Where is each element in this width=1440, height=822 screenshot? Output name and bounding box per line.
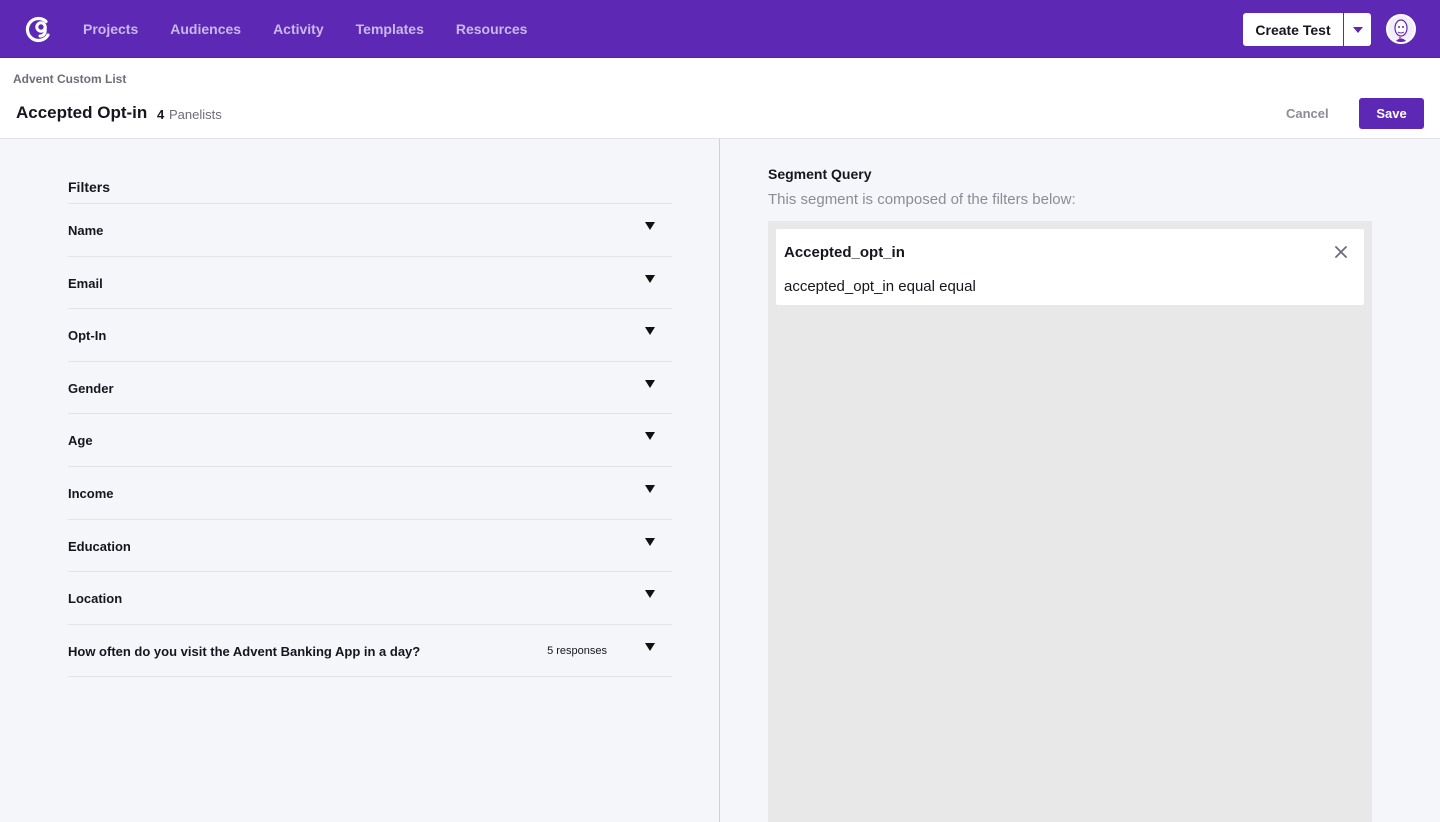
brand-logo-icon[interactable] [24,15,52,43]
nav-templates[interactable]: Templates [356,21,424,37]
nav-projects[interactable]: Projects [83,21,138,37]
query-card-description: accepted_opt_in equal equal [784,278,976,295]
panelist-count: 4 [157,107,165,122]
avatar-illustration-icon [1388,16,1414,42]
segment-title: Segment Query [768,166,872,182]
caret-down-icon[interactable] [645,537,655,546]
filter-list: Name Email Opt-In Gender Age Income Educ… [68,203,672,678]
filter-row-name[interactable]: Name [68,204,672,257]
filter-row-email[interactable]: Email [68,257,672,310]
caret-down-icon[interactable] [645,590,655,599]
caret-down-icon[interactable] [645,642,655,651]
filters-title: Filters [68,179,111,195]
close-icon[interactable] [1334,245,1348,259]
nav-activity[interactable]: Activity [273,21,324,37]
filter-row-opt-in[interactable]: Opt-In [68,309,672,362]
filter-label: Age [68,433,93,449]
filter-row-gender[interactable]: Gender [68,362,672,415]
user-avatar[interactable] [1386,14,1416,44]
filter-row-income[interactable]: Income [68,467,672,520]
filter-label: Opt-In [68,328,107,344]
filter-label: Location [68,591,123,607]
create-test-split-button: Create Test [1243,13,1371,46]
query-card: Accepted_opt_in accepted_opt_in equal eq… [776,229,1364,305]
segment-subtitle: This segment is composed of the filters … [768,191,1076,208]
caret-down-icon[interactable] [645,379,655,388]
panelist-label: Panelists [169,107,222,122]
nav-resources[interactable]: Resources [456,21,528,37]
caret-down-icon[interactable] [645,484,655,493]
query-card-title: Accepted_opt_in [784,244,905,261]
page-title: Accepted Opt-in [16,103,148,122]
create-test-dropdown-button[interactable] [1344,13,1371,46]
response-count: 5 responses [547,644,607,657]
caret-down-icon[interactable] [645,432,655,441]
create-test-button[interactable]: Create Test [1243,13,1344,46]
caret-down-icon[interactable] [645,327,655,336]
filter-label: Education [68,538,131,554]
top-navigation-bar: Projects Audiences Activity Templates Re… [0,0,1440,58]
filter-label: Email [68,275,103,291]
filter-label: Name [68,223,104,238]
caret-down-icon[interactable] [645,274,655,283]
caret-down-icon[interactable] [645,222,655,230]
filter-row-location[interactable]: Location [68,572,672,625]
query-area: Accepted_opt_in accepted_opt_in equal eq… [768,221,1372,822]
filter-label: Income [68,485,114,501]
nav-audiences[interactable]: Audiences [170,21,241,37]
filter-label: Gender [68,380,114,396]
caret-down-icon [1352,26,1363,33]
save-button[interactable]: Save [1359,98,1424,129]
filters-panel: Filters Name Email Opt-In Gender Age Inc… [0,139,719,822]
main-nav: Projects Audiences Activity Templates Re… [83,0,559,58]
filter-row-education[interactable]: Education [68,520,672,573]
filter-label: How often do you visit the Advent Bankin… [68,643,421,659]
breadcrumb[interactable]: Advent Custom List [13,72,126,86]
cancel-button[interactable]: Cancel [1286,106,1329,121]
filter-row-age[interactable]: Age [68,414,672,467]
filter-row-visit-frequency[interactable]: How often do you visit the Advent Bankin… [68,625,672,678]
segment-panel: Segment Query This segment is composed o… [720,139,1440,822]
page-header: Advent Custom List Accepted Opt-in 4 Pan… [0,58,1440,139]
